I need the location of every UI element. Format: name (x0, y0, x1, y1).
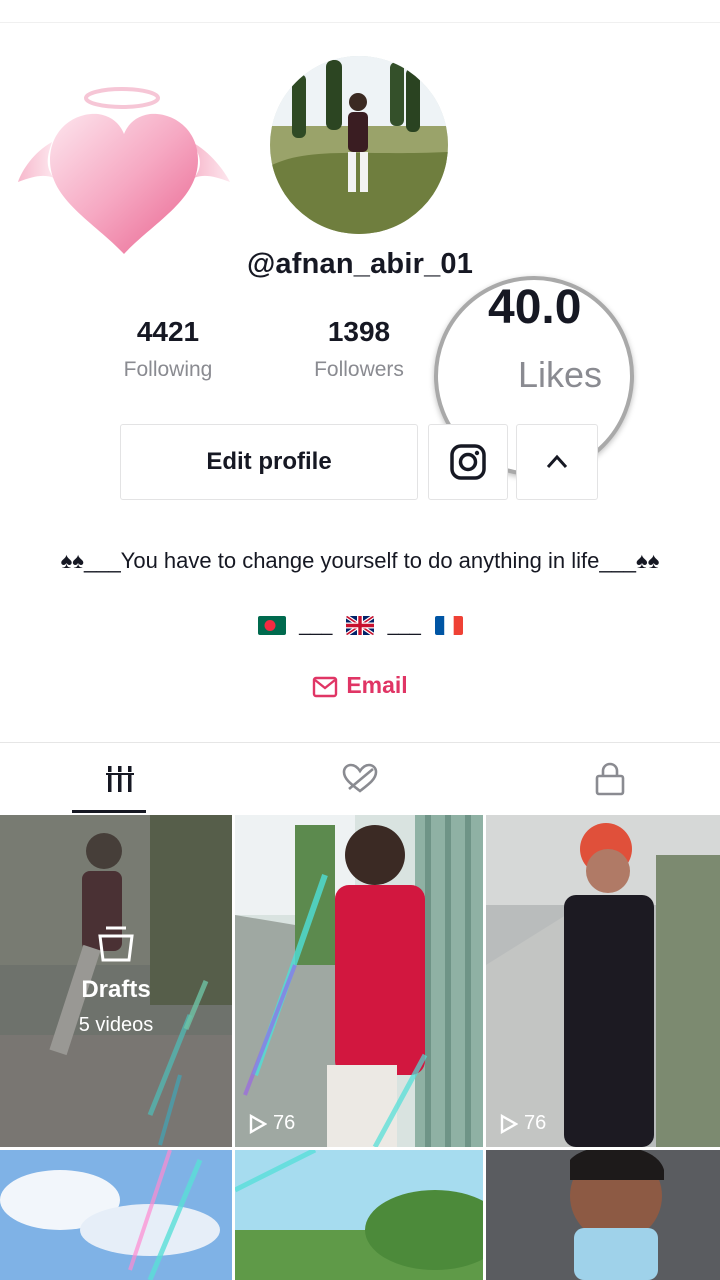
username: @afnan_abir_01 (246, 248, 474, 280)
profile-avatar[interactable] (270, 56, 448, 234)
video-thumbnail (235, 815, 483, 1147)
drafts-icon (98, 926, 134, 961)
video-tile[interactable]: 76 (235, 815, 483, 1147)
bangladesh-flag-icon (257, 616, 286, 636)
view-count-value: 76 (273, 1112, 296, 1134)
active-tab-indicator (72, 810, 146, 813)
drafts-title: Drafts (81, 975, 151, 1003)
email-label: Email (346, 672, 408, 698)
following-label: Following (123, 358, 213, 381)
caret-icon (546, 454, 568, 469)
drafts-tile[interactable]: Drafts 5 videos (0, 815, 232, 1147)
video-tile[interactable]: 76 (486, 815, 720, 1147)
uk-flag-icon (346, 616, 374, 636)
drafts-overlay: Drafts 5 videos (0, 815, 232, 1147)
avatar-photo (270, 56, 448, 234)
followers-label: Followers (314, 358, 404, 381)
play-icon (500, 1113, 518, 1134)
tab-videos[interactable] (0, 746, 240, 812)
video-tile[interactable] (486, 1150, 720, 1280)
following-count: 4421 (136, 316, 200, 347)
drafts-count: 5 videos (78, 1013, 154, 1036)
angel-heart-icon (18, 87, 230, 254)
tab-private[interactable] (490, 746, 720, 812)
grid-icon (106, 766, 134, 792)
video-thumbnail (0, 1150, 232, 1280)
lock-icon (595, 762, 625, 796)
video-tile[interactable] (0, 1150, 232, 1280)
view-count-value: 76 (524, 1112, 547, 1134)
bio-text: ♠♠___You have to change yourself to do a… (60, 548, 660, 573)
flag-separator: ___ (387, 614, 421, 637)
view-count: 76 (500, 1112, 546, 1135)
add-friends-button[interactable] (516, 424, 598, 500)
video-tile[interactable] (235, 1150, 483, 1280)
stat-following[interactable]: 4421 Following (68, 316, 268, 382)
hidden-likes-icon (342, 763, 378, 793)
view-count: 76 (249, 1112, 295, 1135)
edit-profile-button[interactable]: Edit profile (120, 424, 418, 500)
video-thumbnail (235, 1150, 483, 1280)
stat-followers[interactable]: 1398 Followers (259, 316, 459, 382)
followers-count: 1398 (327, 316, 391, 347)
status-divider (0, 22, 720, 23)
tabs-divider (0, 742, 720, 743)
likes-label: Likes (518, 354, 603, 395)
video-thumbnail (486, 815, 720, 1147)
tab-liked[interactable] (240, 746, 480, 812)
email-link[interactable]: Email (0, 672, 720, 699)
bio-flags: ___ ___ (0, 614, 720, 637)
play-icon (249, 1113, 267, 1134)
likes-count: 40.0 (488, 281, 582, 334)
video-thumbnail (486, 1150, 720, 1280)
flag-separator: ___ (299, 614, 333, 637)
instagram-icon (450, 444, 486, 480)
mail-icon (313, 676, 338, 698)
france-flag-icon (434, 616, 463, 636)
instagram-button[interactable] (428, 424, 508, 500)
